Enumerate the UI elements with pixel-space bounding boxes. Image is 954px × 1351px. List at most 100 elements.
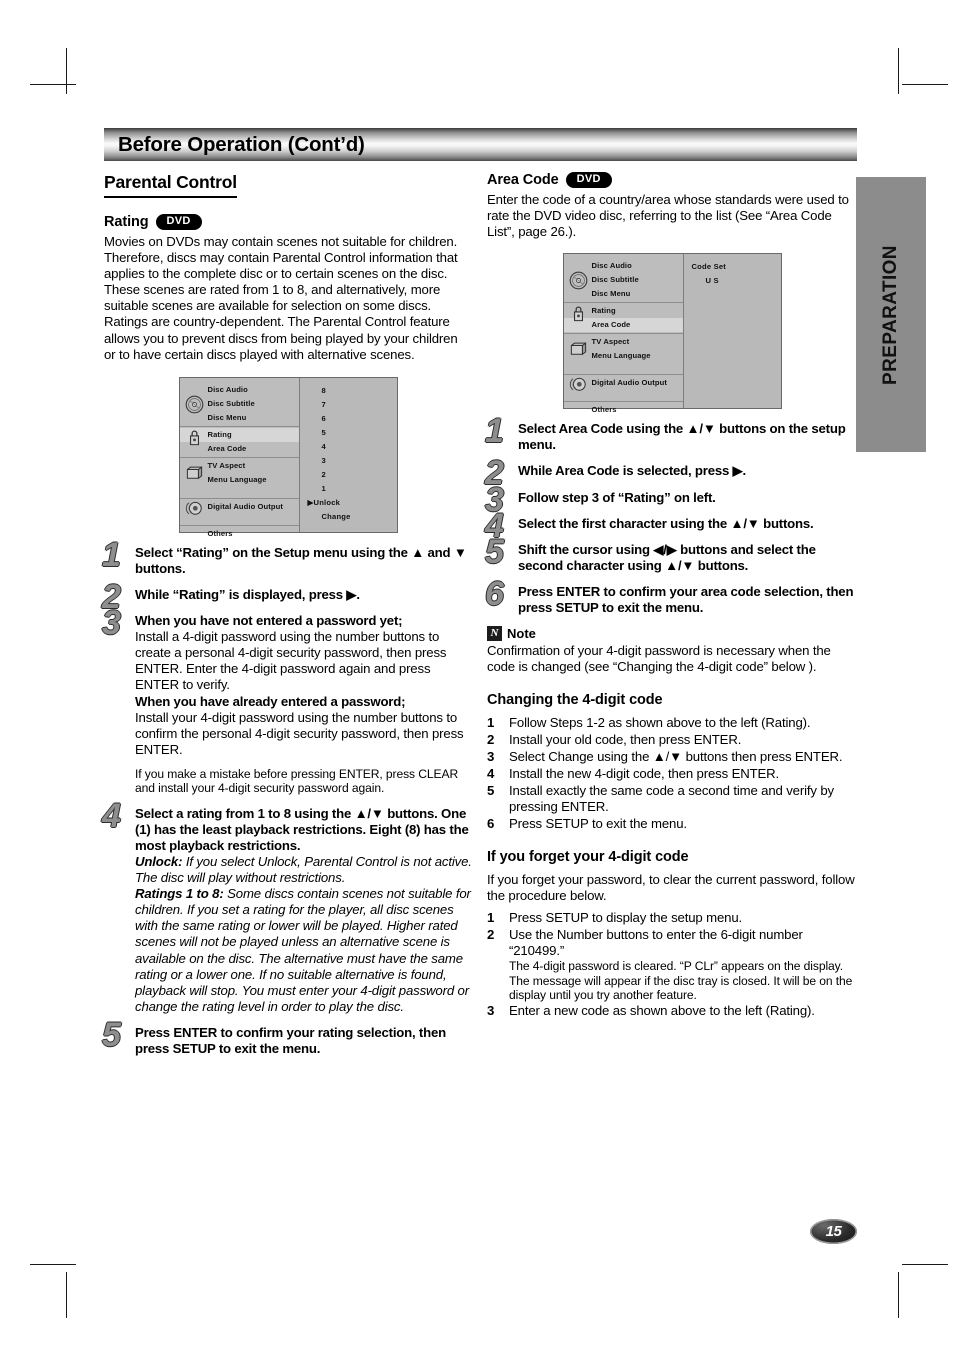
- list-item-text: Install your old code, then press ENTER.: [509, 732, 742, 748]
- step-4-heading: Select a rating from 1 to 8 using the ▲/…: [135, 805, 469, 853]
- menu-divider-2: [179, 456, 299, 458]
- disc-icon: [569, 271, 587, 290]
- setup-menu-value-list: 8 7 6 5 4 3 2 1 ▶Unlock Change: [300, 378, 397, 532]
- menu-value-us[interactable]: U S: [692, 274, 781, 288]
- area-step-4: 4 Select the first character using the ▲…: [485, 509, 857, 543]
- list-item-number: 3: [487, 748, 495, 764]
- lock-icon: [189, 430, 199, 445]
- parental-control-section-header: Parental Control: [104, 172, 472, 201]
- page-number: 15: [825, 1223, 842, 1240]
- list-item-number: 6: [487, 815, 495, 831]
- forgot-code-heading: If you forget your 4-digit code: [487, 848, 689, 865]
- setup-menu-area-code-figure: Disc Audio Disc Subtitle Disc Menu Ratin…: [562, 253, 782, 414]
- list-item-number: 1: [487, 910, 495, 926]
- menu-value-unlock[interactable]: ▶Unlock: [308, 496, 397, 510]
- step-1-number: 1: [102, 535, 121, 574]
- step-5-number: 5: [102, 1015, 121, 1054]
- list-item: 4 Install the new 4-digit code, then pres…: [487, 766, 857, 782]
- changing-code-list: 1 Follow Steps 1-2 as shown above to the …: [487, 715, 857, 832]
- step-4-unlock-text: If you select Unlock, Parental Control i…: [135, 853, 472, 886]
- list-item-number: 4: [487, 765, 495, 781]
- crop-mark-top-left-v: [66, 48, 67, 94]
- list-item: 3 Select Change using the ▲/▼ buttons the…: [487, 749, 857, 765]
- crop-mark-bottom-right-h: [902, 1264, 948, 1265]
- menu-item-others-right[interactable]: Others: [564, 403, 683, 417]
- list-item-text: Press SETUP to display the setup menu.: [509, 910, 743, 926]
- step-4: 4 Select a rating from 1 to 8 using the …: [102, 799, 472, 1015]
- menu-value-6[interactable]: 6: [308, 412, 397, 426]
- crop-mark-bottom-right-v: [898, 1272, 899, 1318]
- menu-value-5[interactable]: 5: [308, 426, 397, 440]
- speaker-icon: [569, 378, 586, 392]
- menu-value-change[interactable]: Change: [308, 510, 397, 524]
- area-step-5-number: 5: [485, 532, 504, 571]
- step-3-footnote: If you make a mistake before pressing EN…: [135, 766, 459, 796]
- step-4-number: 4: [102, 796, 121, 835]
- lock-icon: [573, 306, 583, 322]
- speaker-icon: [185, 501, 202, 515]
- left-column: Parental Control Rating DVD Movies on DV…: [102, 172, 472, 1067]
- rating-steps: 1 Select “Rating” on the Setup menu usin…: [102, 538, 472, 1057]
- forgot-code-intro: If you forget your password, to clear th…: [487, 871, 855, 903]
- list-item-text: Select Change using the ▲/▼ buttons then…: [509, 748, 843, 764]
- menu-value-2[interactable]: 2: [308, 468, 397, 482]
- step-3: 3 When you have not entered a password y…: [102, 606, 472, 796]
- area-step-4-text: Select the first character using the ▲/▼…: [518, 515, 814, 531]
- list-item-text: Follow Steps 1-2 as shown above to the l…: [509, 715, 811, 731]
- list-item: 2 Use the Number buttons to enter the 6-d…: [487, 927, 857, 1003]
- list-item-number: 2: [487, 926, 495, 942]
- menu-item-spacer-1: [180, 487, 299, 497]
- page-header-bar: Before Operation (Cont’d): [104, 128, 857, 161]
- list-item: 1 Follow Steps 1-2 as shown above to the …: [487, 715, 857, 731]
- step-4-ratings-paragraph: Ratings 1 to 8: Some discs contain scene…: [135, 886, 472, 1015]
- area-step-2: 2 While Area Code is selected, press ▶.: [485, 456, 857, 490]
- manual-page: Before Operation (Cont’d) PREPARATION 15…: [0, 0, 954, 1351]
- menu-value-3[interactable]: 3: [308, 454, 397, 468]
- step-4-unlock-paragraph: Unlock: If you select Unlock, Parental C…: [135, 854, 472, 886]
- page-title: Before Operation (Cont’d): [118, 132, 365, 156]
- list-item-number: 1: [487, 715, 495, 731]
- step-3-heading-2: When you have already entered a password…: [135, 693, 406, 709]
- area-code-menu-figure-wrap: Disc Audio Disc Subtitle Disc Menu Ratin…: [487, 253, 857, 414]
- list-item-number: 2: [487, 732, 495, 748]
- list-item: 6 Press SETUP to exit the menu.: [487, 816, 857, 832]
- list-item-text: Use the Number buttons to enter the 6-di…: [509, 926, 803, 959]
- dvd-badge: DVD: [155, 214, 202, 230]
- area-step-3-text: Follow step 3 of “Rating” on left.: [518, 489, 716, 505]
- menu-divider-4-right: [563, 401, 683, 403]
- tv-icon: [186, 465, 202, 480]
- changing-code-heading: Changing the 4-digit code: [487, 692, 663, 709]
- step-5-text: Press ENTER to confirm your rating selec…: [135, 1024, 446, 1056]
- list-item: 3 Enter a new code as shown above to the …: [487, 1003, 857, 1019]
- area-step-1-text: Select Area Code using the ▲/▼ buttons o…: [518, 421, 846, 453]
- area-step-5-text: Shift the cursor using ◀/▶ buttons and s…: [518, 541, 816, 573]
- area-step-5: 5 Shift the cursor using ◀/▶ buttons and…: [485, 535, 857, 574]
- menu-value-4[interactable]: 4: [308, 440, 397, 454]
- area-code-heading-label: Area Code: [487, 172, 559, 188]
- step-3-heading-1: When you have not entered a password yet…: [135, 613, 403, 629]
- area-step-3: 3 Follow step 3 of “Rating” on left.: [485, 483, 857, 517]
- disc-icon: [185, 395, 203, 414]
- menu-value-8[interactable]: 8: [308, 384, 397, 398]
- step-4-ratings-text: Some discs contain scenes not suitable f…: [135, 886, 471, 1014]
- area-step-2-text: While Area Code is selected, press ▶.: [518, 463, 746, 479]
- rating-paragraph: Movies on DVDs may contain scenes not su…: [104, 234, 458, 362]
- area-step-6-number: 6: [485, 574, 504, 613]
- menu-divider-1-right: [563, 302, 683, 304]
- setup-menu-item-list-right: Disc Audio Disc Subtitle Disc Menu Ratin…: [563, 254, 684, 414]
- step-3-text-1: Install a 4-digit password using the num…: [135, 629, 447, 693]
- crop-mark-bottom-left-h: [30, 1264, 76, 1265]
- area-code-steps: 1 Select Area Code using the ▲/▼ buttons…: [485, 414, 857, 616]
- list-item-text: Press SETUP to exit the menu.: [509, 815, 687, 831]
- tv-icon: [570, 342, 586, 356]
- menu-value-7[interactable]: 7: [308, 398, 397, 412]
- list-item-number: 5: [487, 782, 495, 798]
- side-tab-preparation: PREPARATION: [856, 177, 926, 452]
- area-step-1: 1 Select Area Code using the ▲/▼ buttons…: [485, 414, 857, 453]
- step-3-text-2: Install your 4-digit password using the …: [135, 709, 464, 757]
- crop-mark-top-right-v: [898, 48, 899, 94]
- menu-item-others[interactable]: Others: [180, 527, 299, 541]
- rating-menu-figure-wrap: Disc Audio Disc Subtitle Disc Menu Ratin…: [104, 376, 472, 538]
- crop-mark-bottom-left-v: [66, 1272, 67, 1318]
- menu-value-1[interactable]: 1: [308, 482, 397, 496]
